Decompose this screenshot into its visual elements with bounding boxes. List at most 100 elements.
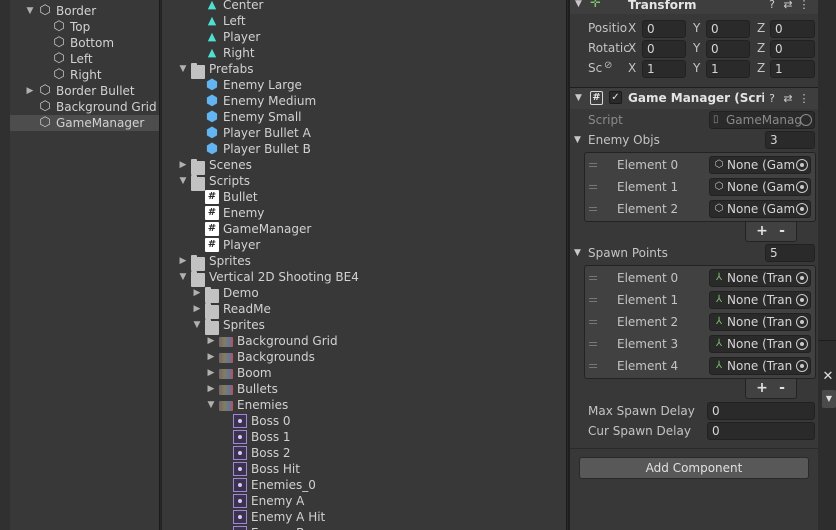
project-item-boom[interactable]: ▶ Boom: [161, 365, 566, 381]
position-x-field[interactable]: 0: [642, 20, 686, 38]
project-item-player[interactable]: # Player: [161, 237, 566, 253]
drag-handle-icon[interactable]: [589, 185, 597, 189]
list-item[interactable]: Element 2 ⅄ None (Tran: [585, 311, 815, 333]
project-item-backgrounds[interactable]: ▶ Backgrounds: [161, 349, 566, 365]
transform-field[interactable]: ⅄ None (Tran: [709, 357, 811, 375]
project-item-boss-1[interactable]: Boss 1: [161, 429, 566, 445]
scale-x-field[interactable]: 1: [642, 60, 686, 78]
project-item-prefabs[interactable]: ▼ Prefabs: [161, 61, 566, 79]
enemy-objs-count-field[interactable]: 3: [765, 131, 815, 149]
object-picker-icon[interactable]: [796, 159, 808, 171]
project-item-scripts[interactable]: ▼ Scripts: [161, 173, 566, 191]
project-item-player-bullet-b[interactable]: ⬢ Player Bullet B: [161, 141, 566, 157]
drag-handle-icon[interactable]: [589, 364, 597, 368]
hierarchy-item-border-bullet[interactable]: ▶ ⬡ Border Bullet: [10, 83, 159, 99]
project-item-boss-0[interactable]: Boss 0: [161, 413, 566, 429]
hierarchy-item-left[interactable]: ⬡ Left: [10, 51, 159, 67]
list-item[interactable]: Element 0 ⬡ None (Gam: [585, 154, 815, 176]
project-item-player-bullet-a[interactable]: ⬢ Player Bullet A: [161, 125, 566, 141]
hierarchy-item-right[interactable]: ⬡ Right: [10, 67, 159, 83]
list-item[interactable]: Element 3 ⅄ None (Tran: [585, 333, 815, 355]
expand-arrow-icon[interactable]: ▶: [191, 285, 203, 301]
expand-arrow-icon[interactable]: ▼: [191, 317, 203, 333]
project-item-background-grid[interactable]: ▶ Background Grid: [161, 333, 566, 349]
rotation-z-field[interactable]: 0: [770, 40, 815, 58]
project-item-readme[interactable]: ▶ ReadMe: [161, 301, 566, 319]
max-spawn-delay-field[interactable]: 0: [707, 402, 815, 420]
scale-z-field[interactable]: 1: [770, 60, 815, 78]
transform-field[interactable]: ⅄ None (Tran: [709, 335, 811, 353]
remove-element-button[interactable]: -: [774, 223, 790, 239]
transform-field[interactable]: ⅄ None (Tran: [709, 291, 811, 309]
project-item-enemies-0[interactable]: Enemies_0: [161, 477, 566, 493]
context-menu-icon[interactable]: ⋮: [796, 0, 812, 11]
spawn-points-count-field[interactable]: 5: [765, 244, 815, 262]
project-item-vertical-2d-shooting-be4[interactable]: ▼ Vertical 2D Shooting BE4: [161, 269, 566, 287]
remove-element-button[interactable]: -: [774, 380, 790, 396]
hierarchy-item-bottom[interactable]: ⬡ Bottom: [10, 35, 159, 51]
expand-arrow-icon[interactable]: ▼: [177, 173, 189, 189]
expand-arrow-icon[interactable]: ▶: [24, 83, 36, 99]
object-picker-icon[interactable]: [796, 338, 808, 350]
object-picker-icon[interactable]: [796, 203, 808, 215]
gameobject-field[interactable]: ⬡ None (Gam: [709, 156, 811, 174]
drag-handle-icon[interactable]: [589, 298, 597, 302]
list-item[interactable]: Element 0 ⅄ None (Tran: [585, 267, 815, 289]
drag-handle-icon[interactable]: [589, 163, 597, 167]
help-icon[interactable]: ?: [764, 0, 780, 11]
project-item-gamemanager[interactable]: # GameManager: [161, 221, 566, 237]
project-item-demo[interactable]: ▶ Demo: [161, 285, 566, 303]
drag-handle-icon[interactable]: [589, 320, 597, 324]
project-item-bullet[interactable]: # Bullet: [161, 189, 566, 205]
transform-header[interactable]: ▼ ✛ Transform ? ⇄ ⋮: [570, 0, 818, 14]
expand-arrow-icon[interactable]: ▼: [24, 3, 36, 19]
position-z-field[interactable]: 0: [770, 20, 815, 38]
expand-arrow-icon[interactable]: ▶: [205, 349, 217, 365]
project-item-scenes[interactable]: ▶ Scenes: [161, 157, 566, 175]
add-element-button[interactable]: +: [754, 223, 770, 239]
object-picker-icon[interactable]: [796, 316, 808, 328]
list-item[interactable]: Element 1 ⬡ None (Gam: [585, 176, 815, 198]
fold-arrow-icon[interactable]: ▼: [575, 93, 582, 103]
drag-handle-icon[interactable]: [589, 207, 597, 211]
add-element-button[interactable]: +: [754, 380, 770, 396]
rotation-y-field[interactable]: 0: [706, 40, 750, 58]
expand-arrow-icon[interactable]: ▶: [205, 365, 217, 381]
expand-arrow-icon[interactable]: ▼: [205, 397, 217, 413]
project-item-boss-2[interactable]: Boss 2: [161, 445, 566, 461]
expand-arrow-icon[interactable]: ▶: [177, 253, 189, 269]
project-item-enemy-small[interactable]: ⬢ Enemy Small: [161, 109, 566, 125]
context-menu-icon[interactable]: ⋮: [796, 92, 812, 105]
drag-handle-icon[interactable]: [589, 276, 597, 280]
transform-field[interactable]: ⅄ None (Tran: [709, 269, 811, 287]
project-item-sprites[interactable]: ▶ Sprites: [161, 253, 566, 271]
expand-arrow-icon[interactable]: ▶: [191, 301, 203, 317]
position-y-field[interactable]: 0: [706, 20, 750, 38]
hierarchy-item-border[interactable]: ▼ ⬡ Border: [10, 3, 159, 19]
presets-icon[interactable]: ⇄: [780, 92, 796, 105]
component-enabled-checkbox[interactable]: ✓: [609, 91, 622, 104]
game-manager-header[interactable]: ▼ # ✓ Game Manager (Scrip ? ⇄ ⋮: [570, 87, 818, 109]
project-item-boss-hit[interactable]: Boss Hit: [161, 461, 566, 477]
fold-arrow-icon[interactable]: ▼: [575, 0, 582, 9]
project-item-enemy-a-hit[interactable]: Enemy A Hit: [161, 509, 566, 525]
list-item[interactable]: Element 2 ⬡ None (Gam: [585, 198, 815, 220]
scale-y-field[interactable]: 1: [706, 60, 750, 78]
add-component-button[interactable]: Add Component: [579, 457, 809, 479]
project-item-sprites[interactable]: ▼ Sprites: [161, 317, 566, 335]
expand-arrow-icon[interactable]: ▼: [177, 269, 189, 285]
fold-arrow-icon[interactable]: ▼: [574, 135, 581, 145]
gameobject-field[interactable]: ⬡ None (Gam: [709, 200, 811, 218]
expand-arrow-icon[interactable]: ▼: [177, 61, 189, 77]
fold-arrow-icon[interactable]: ▼: [574, 248, 581, 258]
object-picker-icon[interactable]: [796, 181, 808, 193]
list-item[interactable]: Element 4 ⅄ None (Tran: [585, 355, 815, 377]
expand-arrow-icon[interactable]: ▶: [205, 333, 217, 349]
project-item-enemy-large[interactable]: ⬢ Enemy Large: [161, 77, 566, 93]
project-item-enemies[interactable]: ▼ Enemies: [161, 397, 566, 413]
gameobject-field[interactable]: ⬡ None (Gam: [709, 178, 811, 196]
drag-handle-icon[interactable]: [589, 342, 597, 346]
expand-arrow-icon[interactable]: ▶: [205, 381, 217, 397]
close-icon[interactable]: ✕: [820, 368, 836, 386]
rotation-x-field[interactable]: 0: [642, 40, 686, 58]
